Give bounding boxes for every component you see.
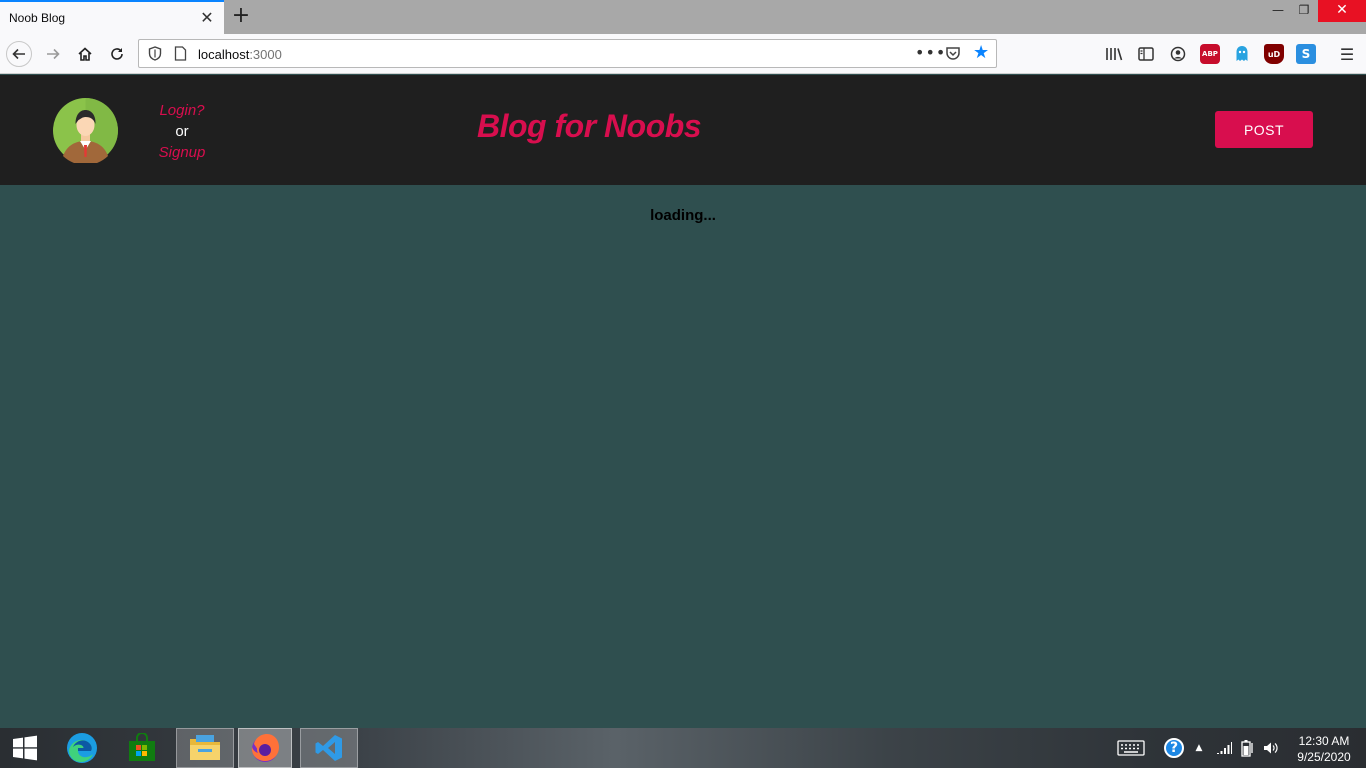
extension-s-icon[interactable]: S xyxy=(1296,44,1316,64)
taskbar: ? ▲ 12:30 AM 9/25/2020 xyxy=(0,728,1366,768)
more-icon[interactable]: ••• xyxy=(915,43,946,62)
adblock-plus-icon[interactable]: ABP xyxy=(1200,44,1220,64)
pocket-icon[interactable] xyxy=(945,46,961,65)
tab-title: Noob Blog xyxy=(9,11,66,25)
restore-icon[interactable]: ❐ xyxy=(1290,0,1318,22)
browser-tab[interactable]: Noob Blog ✕ xyxy=(0,0,224,34)
app-header: Login? or Signup Blog for Noobs POST xyxy=(0,75,1366,185)
url-bar[interactable]: localhost:3000 ••• ★ xyxy=(138,39,997,68)
auth-links: Login? or Signup xyxy=(150,100,214,163)
help-icon[interactable]: ? xyxy=(1164,738,1184,758)
browser-tab-bar: Noob Blog ✕ + — ❐ ✕ xyxy=(0,0,1366,34)
login-link[interactable]: Login? xyxy=(150,100,214,121)
keyboard-icon[interactable] xyxy=(1116,738,1146,758)
clock-time: 12:30 AM xyxy=(1298,734,1350,748)
forward-icon[interactable] xyxy=(40,41,66,67)
edge-icon[interactable] xyxy=(54,728,110,768)
site-title[interactable]: Blog for Noobs xyxy=(477,108,702,145)
firefox-icon[interactable] xyxy=(238,728,292,768)
network-icon[interactable] xyxy=(1215,738,1233,758)
ublock-icon[interactable]: uD xyxy=(1264,44,1284,64)
reload-icon[interactable] xyxy=(104,41,130,67)
avatar[interactable] xyxy=(53,98,118,166)
minimize-icon[interactable]: — xyxy=(1264,0,1292,22)
show-hidden-icons-icon[interactable]: ▲ xyxy=(1193,738,1205,758)
file-explorer-icon[interactable] xyxy=(176,728,234,768)
ghostery-icon[interactable] xyxy=(1232,44,1252,64)
sidebar-icon[interactable] xyxy=(1136,44,1156,64)
volume-icon[interactable] xyxy=(1263,738,1279,758)
new-tab-icon[interactable]: + xyxy=(231,4,251,28)
post-button[interactable]: POST xyxy=(1215,111,1313,148)
url-port: :3000 xyxy=(249,47,282,62)
home-icon[interactable] xyxy=(72,41,98,67)
window-close-icon[interactable]: ✕ xyxy=(1318,0,1366,22)
page-icon[interactable] xyxy=(174,46,187,65)
back-icon[interactable] xyxy=(6,41,32,67)
vscode-icon[interactable] xyxy=(300,728,358,768)
battery-icon[interactable] xyxy=(1240,738,1256,758)
menu-icon[interactable]: ☰ xyxy=(1337,44,1357,64)
tab-close-icon[interactable]: ✕ xyxy=(199,9,215,27)
shield-icon[interactable] xyxy=(148,46,162,65)
start-icon[interactable] xyxy=(0,728,50,768)
clock-date: 9/25/2020 xyxy=(1297,750,1351,764)
browser-nav-bar: localhost:3000 ••• ★ ABP uD S ☰ xyxy=(0,34,1366,74)
store-icon[interactable] xyxy=(114,728,170,768)
url-host: localhost xyxy=(198,47,250,62)
url-text[interactable]: localhost:3000 xyxy=(198,47,282,62)
signup-link[interactable]: Signup xyxy=(150,142,214,163)
auth-or-text: or xyxy=(175,123,189,140)
loading-status: loading... xyxy=(650,207,716,224)
system-clock[interactable]: 12:30 AM 9/25/2020 xyxy=(1288,733,1360,765)
bookmark-star-icon[interactable]: ★ xyxy=(973,43,989,63)
library-icon[interactable] xyxy=(1104,44,1124,64)
account-icon[interactable] xyxy=(1168,44,1188,64)
